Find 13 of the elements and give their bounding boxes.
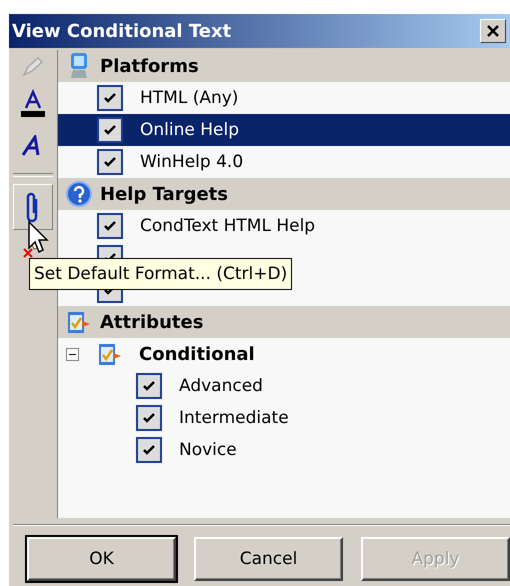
item-label: WinHelp 4.0 xyxy=(139,152,244,172)
item-label: Novice xyxy=(178,440,238,460)
window-title: View Conditional Text xyxy=(12,20,232,42)
item-label: Online Help xyxy=(139,120,240,140)
tooltip: Set Default Format... (Ctrl+D) xyxy=(29,258,292,290)
section-heading: Platforms xyxy=(100,56,199,76)
item-label: CondText HTML Help xyxy=(139,216,316,236)
item-label: Advanced xyxy=(178,376,264,396)
item-label: Intermediate xyxy=(178,408,290,428)
item-label: HTML (Any) xyxy=(139,88,240,108)
section-heading: Help Targets xyxy=(100,184,228,204)
section-heading: Attributes xyxy=(100,312,204,332)
item-label: Conditional xyxy=(138,344,256,364)
